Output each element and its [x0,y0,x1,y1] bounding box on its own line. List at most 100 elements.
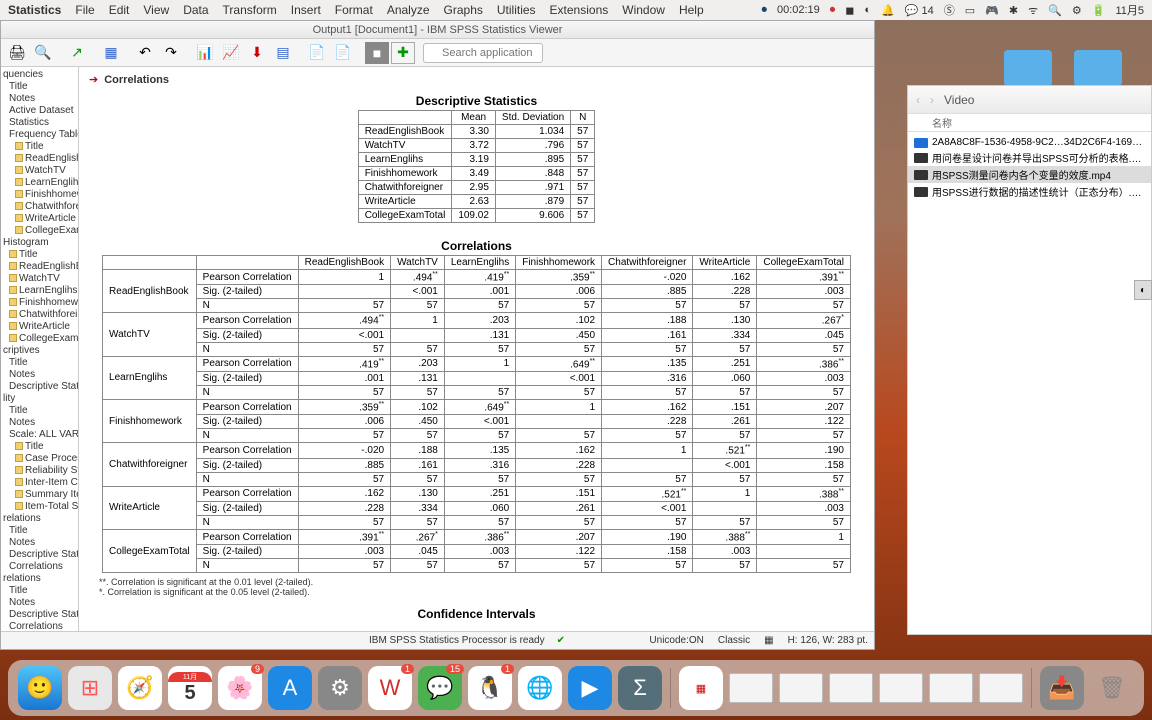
desktop-folder-2[interactable] [1004,50,1052,86]
menu-graphs[interactable]: Graphs [444,3,483,17]
menu-insert[interactable]: Insert [291,3,321,17]
outline-item[interactable]: LearnEnglihs [1,177,78,189]
file-row[interactable]: 用问卷星设计问卷并导出SPSS可分析的表格.mp4 [908,149,1151,166]
minimized-window-5[interactable] [929,673,973,703]
menu-utilities[interactable]: Utilities [497,3,536,17]
finder-file-list[interactable]: 2A8A8C8F-1536-4958-9C2…34D2C6F4-16991805… [908,132,1151,204]
siri-icon[interactable]: ◐ [864,4,871,16]
menu-format[interactable]: Format [335,3,373,17]
finder-column-header[interactable]: 名称 [908,114,1151,132]
wifi-icon[interactable]: ᯤ [1028,3,1038,18]
settings-icon[interactable]: ⚙ [318,666,362,710]
outline-item[interactable]: Item-Total St [1,501,78,513]
zoom-icon[interactable]: ▶ [568,666,612,710]
minimized-window-6[interactable] [979,673,1023,703]
outline-item[interactable]: Notes [1,93,78,105]
outline-item[interactable]: Correlations [1,561,78,573]
outline-item[interactable]: Statistics [1,117,78,129]
outline-item[interactable]: lity [1,393,78,405]
file-row[interactable]: 用SPSS进行数据的描述性统计（正态分布）.mp4 [908,183,1151,200]
outline-item[interactable]: Descriptive Statist [1,549,78,561]
outline-item[interactable]: Correlations [1,621,78,631]
forward-button[interactable]: › [930,93,934,107]
chart-button2[interactable]: 📈 [219,42,243,64]
outline-item[interactable]: Notes [1,417,78,429]
outline-item[interactable]: Title [1,141,78,153]
outline-item[interactable]: criptives [1,345,78,357]
redo-button[interactable]: ↷ [159,42,183,64]
outline-item[interactable]: Title [1,441,78,453]
appstore-icon[interactable]: A [268,666,312,710]
chat-icon[interactable]: 💬 14 [905,4,934,17]
downloads-icon[interactable]: 📥 [1040,666,1084,710]
print-button[interactable]: 🖨 [5,42,29,64]
outline-item[interactable]: Title [1,405,78,417]
outline-item[interactable]: ReadEnglishB [1,153,78,165]
outline-item[interactable]: Reliability Stat [1,465,78,477]
outline-item[interactable]: Notes [1,537,78,549]
menu-window[interactable]: Window [622,3,665,17]
menu-edit[interactable]: Edit [109,3,130,17]
menu-statistics[interactable]: Statistics [8,3,61,17]
export-button[interactable]: ↗ [65,42,89,64]
outline-item[interactable]: Finishhomewo [1,297,78,309]
outline-item[interactable]: Active Dataset [1,105,78,117]
outline-item[interactable]: Descriptive Statist [1,381,78,393]
file-row[interactable]: 用SPSS测量问卷内各个变量的效度.mp4 [908,166,1151,183]
outline-item[interactable]: LearnEnglihs [1,285,78,297]
photos-icon[interactable]: 🌸9 [218,666,262,710]
outline-item[interactable]: WatchTV [1,273,78,285]
output-viewer-pane[interactable]: ➔ Correlations Descriptive Statistics Me… [79,67,874,631]
minimized-window-1[interactable] [729,673,773,703]
file-row[interactable]: 2A8A8C8F-1536-4958-9C2…34D2C6F4-16991805… [908,136,1151,149]
menu-extensions[interactable]: Extensions [550,3,609,17]
chrome-icon[interactable]: 🌐 [518,666,562,710]
outline-item[interactable]: Title [1,249,78,261]
outline-item[interactable]: Notes [1,369,78,381]
outline-item[interactable]: CollegeExam1 [1,225,78,237]
outline-item[interactable]: Title [1,357,78,369]
descriptives-table[interactable]: MeanStd. DeviationNReadEnglishBook3.301.… [358,110,596,223]
outline-item[interactable]: Histogram [1,237,78,249]
launchpad-icon[interactable]: ⊞ [68,666,112,710]
outline-item[interactable]: Scale: ALL VARIAB [1,429,78,441]
finder-icon[interactable]: 🙂 [18,666,62,710]
doc-button2[interactable]: 📄 [331,42,355,64]
chart-button1[interactable]: 📊 [193,42,217,64]
minimized-window-3[interactable] [829,673,873,703]
stop-button[interactable]: ■ [365,42,389,64]
menu-transform[interactable]: Transform [223,3,277,17]
outline-item[interactable]: Title [1,585,78,597]
fan-icon[interactable]: ✱ [1009,4,1018,17]
preview-button[interactable]: 🔍 [31,42,55,64]
bell-icon[interactable]: 🔔 [881,4,895,17]
menu-help[interactable]: Help [679,3,704,17]
safari-icon[interactable]: 🧭 [118,666,162,710]
wps-icon[interactable]: W1 [368,666,412,710]
side-toggle[interactable]: ◐ [1134,280,1152,300]
outline-item[interactable]: Inter-Item Cor [1,477,78,489]
stop-icon[interactable]: ◼ [845,4,854,17]
table-button[interactable]: ▤ [271,42,295,64]
menu-data[interactable]: Data [183,3,208,17]
correlations-table[interactable]: ReadEnglishBookWatchTVLearnEnglihsFinish… [102,255,851,573]
outline-item[interactable]: Descriptive Statist [1,609,78,621]
outline-item[interactable]: Frequency Table [1,129,78,141]
display-icon[interactable]: ▭ [965,4,975,17]
game-icon[interactable]: 🎮 [985,4,999,17]
search-input[interactable] [423,43,543,63]
battery-icon[interactable]: 🔋 [1092,4,1106,17]
outline-item[interactable]: Case Processi [1,453,78,465]
back-button[interactable]: ‹ [916,93,920,107]
sigma-icon[interactable]: Σ [618,666,662,710]
outline-item[interactable]: Title [1,525,78,537]
undo-button[interactable]: ↶ [133,42,157,64]
dialog-button[interactable]: ▦ [99,42,123,64]
wechat-icon[interactable]: 💬15 [418,666,462,710]
menu-file[interactable]: File [75,3,94,17]
spss-dock-icon[interactable]: ▦ [679,666,723,710]
outline-item[interactable]: WatchTV [1,165,78,177]
add-button[interactable]: ✚ [391,42,415,64]
outline-item[interactable]: WriteArticle [1,321,78,333]
minimized-window-2[interactable] [779,673,823,703]
